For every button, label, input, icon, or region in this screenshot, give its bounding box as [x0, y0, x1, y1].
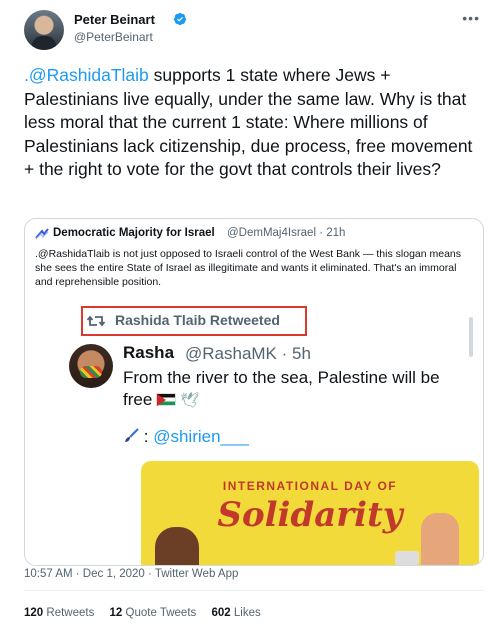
retweets-stat[interactable]: 120 Retweets: [24, 607, 94, 619]
embedded-author-name: Rasha: [123, 343, 175, 362]
verified-badge-icon: [173, 12, 187, 26]
quoted-author-meta[interactable]: @DemMaj4Israel · 21h: [227, 227, 345, 239]
credit-handle-link: @shirien___: [153, 427, 249, 446]
quotes-count: 12: [109, 607, 123, 619]
paintbrush-icon: [125, 428, 139, 442]
retweet-icon: [87, 315, 105, 327]
author-name[interactable]: Peter Beinart: [74, 12, 155, 27]
solidarity-poster: INTERNATIONAL DAY OF Solidarity: [141, 461, 479, 565]
likes-label: Likes: [233, 607, 261, 619]
tweet-stats: 120 Retweets 12 Quote Tweets 602 Likes: [24, 607, 273, 619]
dmfi-logo-icon: [35, 228, 49, 240]
dove-icon: 🕊: [180, 392, 200, 409]
tweet-header: Peter Beinart @PeterBeinart •••: [24, 10, 484, 50]
rasha-avatar: [69, 344, 113, 388]
poster-subtitle: INTERNATIONAL DAY OF: [222, 479, 398, 493]
retweets-count: 120: [24, 607, 44, 619]
divider: [24, 590, 484, 591]
quoted-tweet[interactable]: Democratic Majority for Israel @DemMaj4I…: [24, 218, 484, 566]
likes-stat[interactable]: 602 Likes: [211, 607, 260, 619]
cart-illustration: [395, 551, 419, 565]
more-options-icon[interactable]: •••: [462, 10, 480, 26]
avatar[interactable]: [24, 10, 64, 50]
embedded-tweet-text: From the river to the sea, Palestine wil…: [123, 367, 473, 412]
quote-tweets-stat[interactable]: 12 Quote Tweets: [110, 607, 197, 619]
embedded-screenshot: Rashida Tlaib Retweeted Rasha @RashaMK ·…: [25, 299, 483, 565]
retweets-label: Retweets: [46, 607, 95, 619]
retweeted-label: Rashida Tlaib Retweeted: [115, 312, 280, 328]
palestine-flag-icon: [156, 393, 177, 406]
quotes-label: Quote Tweets: [125, 607, 197, 619]
artist-credit: : @shirien___: [123, 427, 249, 447]
tweet-timestamp[interactable]: 10:57 AM · Dec 1, 2020 · Twitter Web App: [24, 568, 238, 580]
embedded-author-handle: @RashaMK · 5h: [185, 344, 311, 363]
quoted-author-name[interactable]: Democratic Majority for Israel: [53, 227, 215, 239]
fist-illustration: [155, 527, 199, 565]
likes-count: 602: [211, 607, 231, 619]
embedded-scrollbar: [469, 317, 473, 357]
credit-prefix: :: [143, 427, 149, 446]
author-handle[interactable]: @PeterBeinart: [74, 30, 153, 44]
mention-link[interactable]: .@RashidaTlaib: [24, 65, 149, 85]
quoted-tweet-text: .@RashidaTlaib is not just opposed to Is…: [35, 248, 462, 288]
tweet-text: .@RashidaTlaib supports 1 state where Je…: [24, 64, 484, 182]
peace-hand-illustration: [421, 513, 459, 565]
